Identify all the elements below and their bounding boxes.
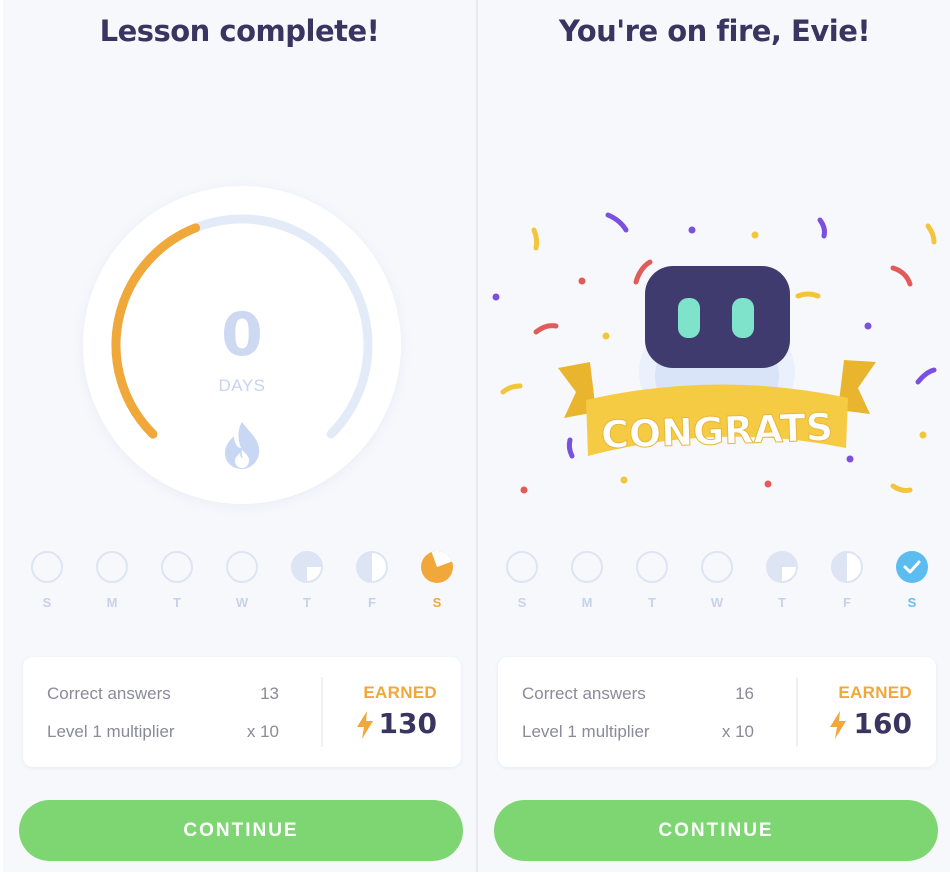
weekday-letter: M [581, 595, 593, 610]
flame-icon [225, 422, 260, 469]
weekday-letter: T [303, 595, 311, 610]
day-progress-icon [356, 551, 388, 583]
multiplier-label: Level 1 multiplier [522, 722, 650, 741]
weekday-5: F [830, 550, 864, 610]
day-progress-icon [421, 551, 453, 583]
weekday-letter: T [778, 595, 786, 610]
day-progress-icon [766, 551, 798, 583]
weekday-letter: W [710, 595, 724, 610]
streak-congrats-screen: You're on fire, Evie! CONGRATS S M T W T… [476, 0, 950, 872]
card-divider [796, 677, 798, 747]
earned-points: 130 [378, 707, 437, 740]
weekday-letter: S [517, 595, 527, 610]
weekday-3: W [700, 550, 734, 610]
lightning-bolt-icon [830, 711, 846, 739]
earned-label: EARNED [363, 683, 437, 702]
correct-answers-label: Correct answers [522, 684, 646, 703]
weekday-letter: S [907, 595, 917, 610]
weekday-streak-row: SMTWTFS [3, 550, 476, 610]
check-circle-icon [896, 551, 928, 583]
continue-button[interactable]: CONTINUE [494, 800, 938, 861]
correct-answers-value: 16 [735, 684, 754, 703]
day-progress-icon [226, 551, 258, 583]
weekday-3: W [225, 550, 259, 610]
page-title: You're on fire, Evie! [558, 14, 871, 48]
weekday-letter: S [42, 595, 52, 610]
weekday-1: M [95, 550, 129, 610]
weekday-letter: T [173, 595, 181, 610]
lightning-bolt-icon [357, 711, 373, 739]
weekday-6: S [420, 550, 454, 610]
day-progress-icon [831, 551, 863, 583]
day-progress-icon [701, 551, 733, 583]
streak-days-count: 0 [221, 300, 263, 370]
weekday-letter: W [235, 595, 249, 610]
congrats-banner-text: CONGRATS [600, 405, 834, 457]
congrats-illustration: CONGRATS [492, 212, 937, 494]
multiplier-value: x 10 [721, 722, 754, 741]
card-divider [321, 677, 323, 747]
weekday-4: T [290, 550, 324, 610]
score-summary-card: Correct answers 16 Level 1 multiplier x … [498, 657, 936, 767]
day-progress-icon [291, 551, 323, 583]
earned-label: EARNED [838, 683, 912, 702]
earned-points: 160 [853, 707, 912, 740]
weekday-letter: S [432, 595, 442, 610]
weekday-6: S [895, 550, 929, 610]
weekday-letter: F [843, 595, 851, 610]
continue-button[interactable]: CONTINUE [19, 800, 463, 861]
lesson-complete-screen: Lesson complete! 0 DAYS S M T W T F S Correct … [3, 0, 476, 872]
day-progress-icon [31, 551, 63, 583]
streak-days-label: DAYS [218, 376, 266, 395]
weekday-2: T [635, 550, 669, 610]
score-summary-card: Correct answers 13 Level 1 multiplier x … [23, 657, 461, 767]
weekday-2: T [160, 550, 194, 610]
correct-answers-label: Correct answers [47, 684, 171, 703]
weekday-4: T [765, 550, 799, 610]
day-progress-icon [96, 551, 128, 583]
weekday-letter: T [648, 595, 656, 610]
weekday-1: M [570, 550, 604, 610]
day-progress-icon [161, 551, 193, 583]
multiplier-value: x 10 [246, 722, 279, 741]
weekday-streak-row: SMTWTFS [478, 550, 950, 610]
day-progress-icon [571, 551, 603, 583]
weekday-0: S [30, 550, 64, 610]
correct-answers-value: 13 [260, 684, 279, 703]
weekday-letter: F [368, 595, 376, 610]
multiplier-label: Level 1 multiplier [47, 722, 175, 741]
weekday-0: S [505, 550, 539, 610]
day-progress-icon [636, 551, 668, 583]
page-title: Lesson complete! [99, 14, 380, 48]
day-progress-icon [506, 551, 538, 583]
weekday-5: F [355, 550, 389, 610]
weekday-letter: M [106, 595, 118, 610]
